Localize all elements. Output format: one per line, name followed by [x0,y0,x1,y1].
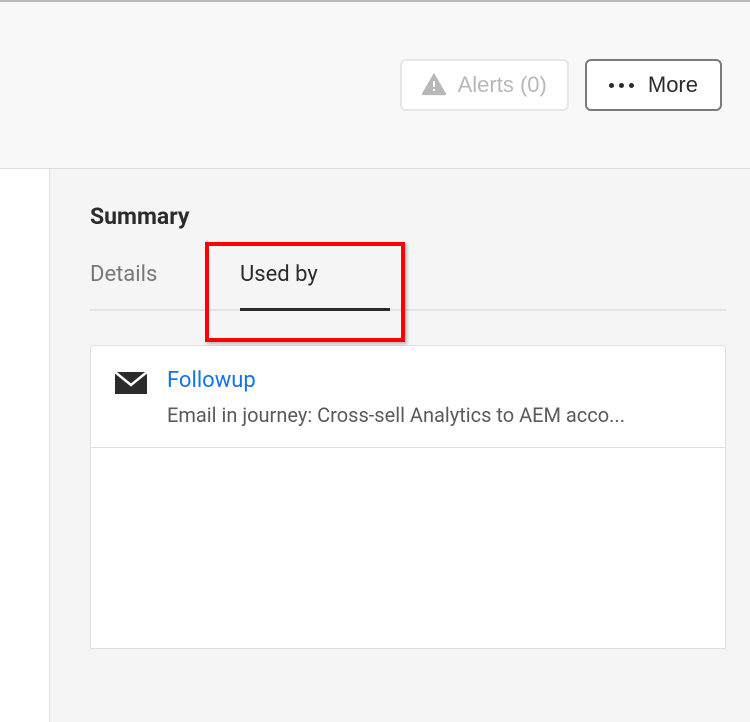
ellipsis-icon [609,83,634,88]
alerts-button[interactable]: Alerts (0) [400,59,569,111]
summary-panel: Summary Details Used by [50,169,750,722]
usage-list: Followup Email in journey: Cross-sell An… [90,345,726,649]
usage-content: Followup Email in journey: Cross-sell An… [167,368,701,427]
tabs-row: Details Used by [90,262,726,311]
tab-used-by[interactable]: Used by [240,262,390,309]
alerts-label: Alerts (0) [458,72,547,98]
usage-item[interactable]: Followup Email in journey: Cross-sell An… [91,346,725,448]
tab-details[interactable]: Details [90,262,230,309]
tab-underline [240,308,390,311]
usage-item-description: Email in journey: Cross-sell Analytics t… [167,403,701,427]
email-icon [115,372,147,404]
alert-icon [422,73,446,97]
tab-used-by-label: Used by [240,262,318,287]
toolbar: Alerts (0) More [0,2,750,169]
summary-title: Summary [90,203,726,230]
more-button[interactable]: More [585,59,722,111]
usage-item-link[interactable]: Followup [167,368,256,393]
more-label: More [648,72,698,98]
usage-empty-area [91,448,725,648]
left-gutter [0,169,50,722]
